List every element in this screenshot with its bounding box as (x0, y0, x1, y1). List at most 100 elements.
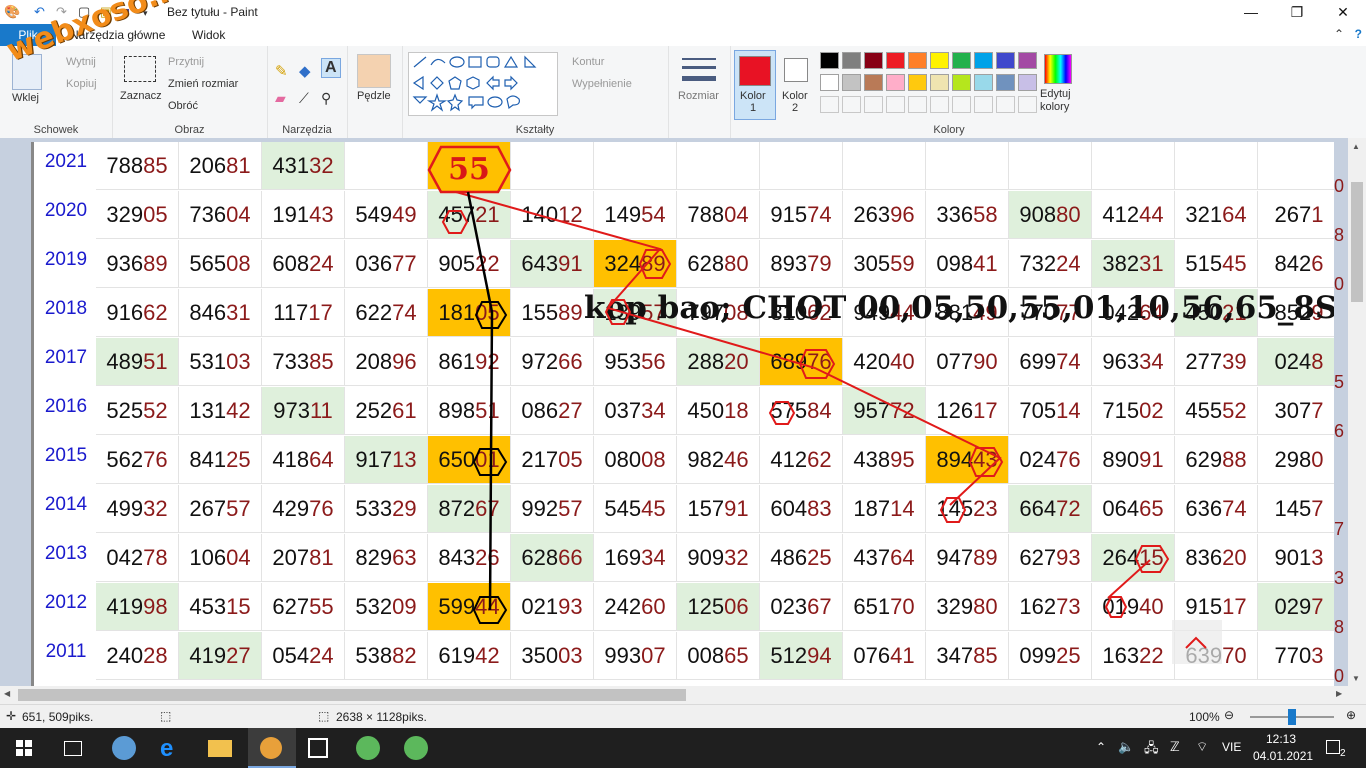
palette-swatch[interactable] (820, 52, 839, 69)
outline-dropdown[interactable]: Kontur (572, 56, 604, 68)
palette-swatch[interactable] (974, 52, 993, 69)
color-picker-icon[interactable]: ⟋ (299, 90, 309, 107)
select-button[interactable]: Zaznacz (120, 90, 162, 102)
cell-tail-digits: 89 (143, 251, 168, 276)
scroll-left-icon[interactable]: ◀ (4, 689, 10, 698)
palette-swatch[interactable] (842, 52, 861, 69)
network-icon[interactable]: 🖧 (1144, 739, 1159, 761)
palette-swatch[interactable] (908, 74, 927, 91)
palette-swatch[interactable] (974, 74, 993, 91)
size-button[interactable]: Rozmiar (678, 90, 719, 102)
table-cell: 93689 (96, 240, 179, 288)
tab-view[interactable]: Widok (192, 28, 225, 42)
palette-swatch[interactable] (908, 52, 927, 69)
cell-tail-digits: 96 (392, 349, 417, 374)
pencil-icon[interactable]: ✎ (275, 62, 288, 80)
task-view-icon[interactable] (64, 741, 82, 756)
undo-icon[interactable]: ↶ (34, 4, 45, 20)
cell-tail-digits: 85 (143, 153, 168, 178)
palette-swatch[interactable] (842, 74, 861, 91)
fill-icon[interactable]: ◆ (299, 62, 311, 80)
palette-swatch[interactable] (864, 74, 883, 91)
edit-colors-button[interactable]: Edytuj (1040, 88, 1071, 100)
palette-swatch[interactable] (820, 74, 839, 91)
palette-swatch[interactable] (952, 74, 971, 91)
palette-swatch[interactable] (1018, 74, 1037, 91)
palette-swatch[interactable] (886, 74, 905, 91)
input-language[interactable]: VIE (1222, 740, 1241, 754)
palette-swatch[interactable] (1018, 52, 1037, 69)
zoom-slider-thumb[interactable] (1288, 709, 1296, 725)
app-icon-green-2[interactable] (404, 736, 428, 760)
paste-button[interactable]: Wklej (12, 92, 39, 104)
copy-button[interactable]: Kopiuj (66, 78, 97, 90)
color1-swatch[interactable] (739, 56, 771, 86)
collapse-ribbon-icon[interactable]: ⌃ (1334, 27, 1344, 41)
edit-colors-icon[interactable] (1044, 54, 1072, 84)
show-hidden-icons[interactable]: ⌃ (1096, 740, 1106, 754)
help-icon[interactable]: ? (1355, 27, 1362, 41)
eraser-icon[interactable]: ▰ (275, 90, 286, 107)
palette-empty-swatch[interactable] (842, 96, 861, 113)
wifi-icon[interactable]: ⌔ (1196, 739, 1208, 755)
scroll-right-icon[interactable]: ▶ (1336, 689, 1342, 698)
brush-icon[interactable] (357, 54, 391, 88)
palette-empty-swatch[interactable] (974, 96, 993, 113)
vertical-scrollbar[interactable]: ▲ ▼ (1348, 138, 1366, 686)
cell-tail-digits: 22 (1139, 643, 1164, 668)
brushes-button[interactable]: Pędzle (357, 90, 391, 102)
cut-button[interactable]: Wytnij (66, 56, 96, 68)
action-center-icon[interactable] (1326, 740, 1340, 754)
select-icon[interactable] (124, 56, 156, 82)
palette-swatch[interactable] (996, 74, 1015, 91)
table-cell: 49932 (96, 485, 179, 533)
scroll-down-icon[interactable]: ▼ (1352, 674, 1360, 683)
scroll-up-icon[interactable]: ▲ (1352, 142, 1360, 151)
palette-empty-swatch[interactable] (930, 96, 949, 113)
clock-time[interactable]: 12:13 (1266, 732, 1296, 746)
table-cell: 66472 (1009, 485, 1092, 533)
network-app-icon[interactable] (112, 736, 136, 760)
zoom-in-button[interactable]: ⊕ (1346, 708, 1356, 722)
vertical-scroll-thumb[interactable] (1351, 182, 1363, 302)
cell-head-digits: 861 (438, 349, 476, 374)
volume-icon[interactable]: 🔈 (1118, 739, 1134, 755)
palette-empty-swatch[interactable] (820, 96, 839, 113)
windows-start-icon[interactable] (16, 740, 32, 756)
maximize-button[interactable]: ❐ (1274, 0, 1320, 24)
table-cell: 41864 (262, 436, 345, 484)
palette-empty-swatch[interactable] (908, 96, 927, 113)
crop-button[interactable]: Przytnij (168, 56, 204, 68)
text-tool-icon[interactable]: A (321, 58, 341, 78)
ime-icon[interactable]: ℤ (1170, 739, 1180, 755)
paint-app-icon[interactable]: 🎨 (4, 4, 20, 20)
palette-swatch[interactable] (996, 52, 1015, 69)
store-icon[interactable] (308, 738, 328, 758)
fill-dropdown[interactable]: Wypełnienie (572, 78, 632, 90)
palette-empty-swatch[interactable] (864, 96, 883, 113)
palette-swatch[interactable] (864, 52, 883, 69)
app-icon-green-1[interactable] (356, 736, 380, 760)
rotate-button[interactable]: Obróć (168, 100, 198, 112)
palette-empty-swatch[interactable] (1018, 96, 1037, 113)
palette-empty-swatch[interactable] (996, 96, 1015, 113)
clock-date[interactable]: 04.01.2021 (1253, 749, 1313, 763)
palette-swatch[interactable] (952, 52, 971, 69)
palette-swatch[interactable] (886, 52, 905, 69)
close-button[interactable]: ✕ (1320, 0, 1366, 24)
minimize-button[interactable]: — (1228, 0, 1274, 24)
image-canvas[interactable]: 2021 78885 20681 43132 2020 32905 73604 19143 54… (31, 142, 1334, 686)
color2-swatch[interactable] (784, 58, 808, 82)
palette-swatch[interactable] (930, 74, 949, 91)
horizontal-scroll-thumb[interactable] (18, 689, 686, 701)
resize-button[interactable]: Zmień rozmiar (168, 78, 238, 90)
edge-browser-icon[interactable]: e (160, 735, 173, 763)
palette-empty-swatch[interactable] (952, 96, 971, 113)
palette-empty-swatch[interactable] (886, 96, 905, 113)
shapes-gallery[interactable] (408, 52, 558, 116)
file-explorer-icon[interactable] (208, 740, 232, 757)
horizontal-scrollbar[interactable]: ◀ ▶ (0, 686, 1366, 704)
palette-swatch[interactable] (930, 52, 949, 69)
magnifier-icon[interactable]: ⚲ (321, 90, 331, 107)
zoom-out-button[interactable]: ⊖ (1224, 708, 1234, 722)
